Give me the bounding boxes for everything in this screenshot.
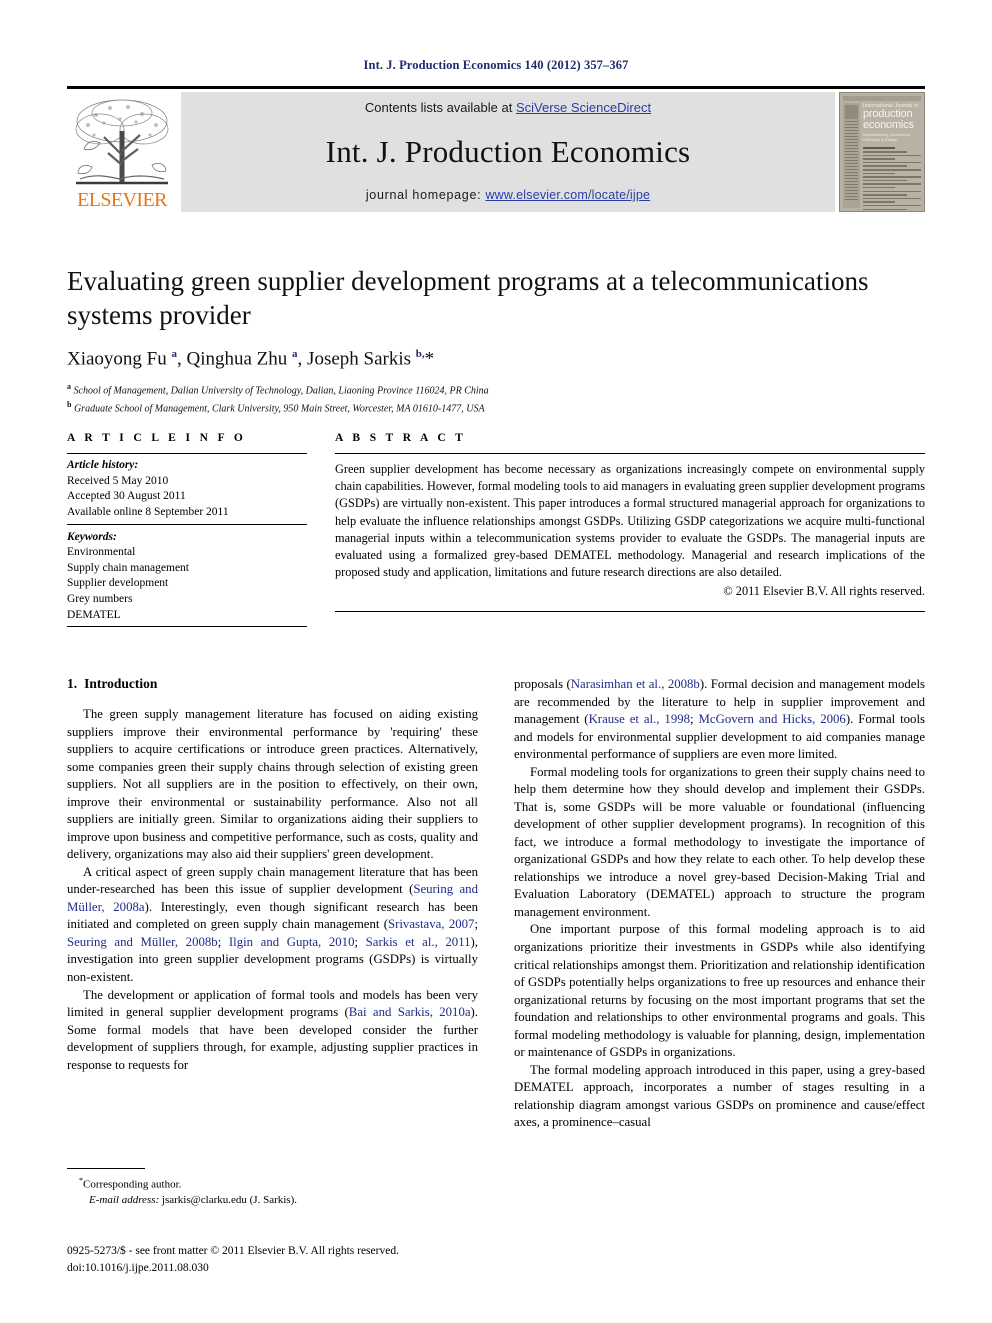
body-columns: 1. Introduction The green supply manageme… <box>67 676 925 1132</box>
article-info-column: A R T I C L E I N F O Article history: R… <box>67 432 307 628</box>
paragraph-text: proposals ( <box>514 677 571 691</box>
paragraph-text: The formal modeling approach introduced … <box>514 1062 925 1130</box>
cover-contents-lines <box>863 147 921 211</box>
affiliations: a School of Management, Dalian Universit… <box>67 381 925 417</box>
journal-masthead: ELSEVIER Contents lists available at Sci… <box>67 86 925 212</box>
body-paragraph: The development or application of formal… <box>67 987 478 1075</box>
abstract-text: Green supplier development has become ne… <box>335 462 925 580</box>
history-item: Received 5 May 2010 <box>67 474 169 487</box>
author-list: Xiaoyong Fu a, Qinghua Zhu a, Joseph Sar… <box>67 348 435 370</box>
footnote-rule <box>67 1168 145 1169</box>
elsevier-logo: ELSEVIER <box>67 92 177 212</box>
journal-homepage-link[interactable]: www.elsevier.com/locate/ijpe <box>485 188 650 202</box>
running-head: Int. J. Production Economics 140 (2012) … <box>363 58 629 72</box>
left-column-paragraphs: The green supply management literature h… <box>67 706 478 1074</box>
abstract-heading: A B S T R A C T <box>335 432 467 444</box>
contents-prefix: Contents lists available at <box>364 100 516 115</box>
keyword-item: DEMATEL <box>67 608 121 621</box>
affiliation-a: a School of Management, Dalian Universit… <box>67 382 489 397</box>
citation-link[interactable]: Ilgin and Gupta, 2010 <box>229 935 355 949</box>
history-item: Available online 8 September 2011 <box>67 505 229 518</box>
homepage-prefix: journal homepage: <box>365 188 486 202</box>
affiliation-b: b Graduate School of Management, Clark U… <box>67 400 485 415</box>
section-title-text: Introduction <box>84 676 158 691</box>
title-block: Evaluating green supplier development pr… <box>67 264 925 417</box>
section-number: 1. <box>67 676 78 691</box>
keyword-item: Environmental <box>67 546 136 559</box>
footnote-area: *Corresponding author. E-mail address: j… <box>67 1168 478 1209</box>
email-label: E-mail address: <box>89 1194 160 1207</box>
body-paragraph: proposals (Narasimhan et al., 2008b). Fo… <box>514 676 925 764</box>
history-item: Accepted 30 August 2011 <box>67 490 186 503</box>
journal-cover-thumbnail[interactable]: International Journal of production econ… <box>839 92 925 212</box>
email-note: E-mail address: jsarkis@clarku.edu (J. S… <box>67 1193 478 1209</box>
paragraph-text: ; <box>354 934 366 949</box>
body-paragraph: Formal modeling tools for organizations … <box>514 764 925 922</box>
abstract-copyright: © 2011 Elsevier B.V. All rights reserved… <box>723 584 925 599</box>
article-history-block: Article history: Received 5 May 2010 Acc… <box>67 454 307 524</box>
cover-title-line4: Manufacturing, Economics, Efficiency & D… <box>863 132 912 143</box>
citation-link[interactable]: McGovern and Hicks, 2006 <box>699 712 846 726</box>
cover-left-logo-box <box>845 105 858 119</box>
abstract-column: A B S T R A C T Green supplier developme… <box>335 432 925 627</box>
body-paragraph: A critical aspect of green supply chain … <box>67 864 478 987</box>
doi-line: doi:10.1016/j.ijpe.2011.08.030 <box>67 1261 209 1274</box>
keywords-block: Keywords: Environmental Supply chain man… <box>67 525 307 627</box>
cover-title-line3: economics <box>863 119 914 132</box>
sciencedirect-link[interactable]: SciVerse ScienceDirect <box>516 100 651 115</box>
citation-link[interactable]: Srivastava, 2007 <box>388 917 474 931</box>
paragraph-text: The green supply management literature h… <box>67 707 478 862</box>
journal-homepage-line: journal homepage: www.elsevier.com/locat… <box>366 188 650 202</box>
issn-front-matter: 0925-5273/$ - see front matter © 2011 El… <box>67 1245 399 1257</box>
citation-link[interactable]: Bai and Sarkis, 2010a <box>349 1005 471 1019</box>
citation-link[interactable]: Krause et al., 1998 <box>589 712 690 726</box>
article-history-label: Article history: <box>67 459 139 471</box>
imprint-block: 0925-5273/$ - see front matter © 2011 El… <box>67 1243 527 1276</box>
contents-lists-line: Contents lists available at SciVerse Sci… <box>365 100 651 115</box>
body-column-right: proposals (Narasimhan et al., 2008b). Fo… <box>514 676 925 1132</box>
paragraph-text: Formal modeling tools for organizations … <box>514 764 925 919</box>
paragraph-text: ; <box>217 934 229 949</box>
citation-link[interactable]: Narasimhan et al., 2008b <box>571 677 700 691</box>
elsevier-tree-icon <box>70 95 174 189</box>
corresponding-author-note: *Corresponding author. <box>79 1176 182 1191</box>
body-paragraph: One important purpose of this formal mod… <box>514 921 925 1061</box>
keywords-label: Keywords: <box>67 530 117 543</box>
right-column-paragraphs: proposals (Narasimhan et al., 2008b). Fo… <box>514 676 925 1132</box>
article-info-heading: A R T I C L E I N F O <box>67 432 247 444</box>
masthead-top-rule <box>67 86 925 89</box>
keyword-item: Supplier development <box>67 577 169 590</box>
section-heading-introduction: 1. Introduction <box>67 676 478 692</box>
body-column-left: 1. Introduction The green supply manageme… <box>67 676 478 1132</box>
info-abstract-region: A R T I C L E I N F O Article history: R… <box>67 432 925 628</box>
email-link[interactable]: jsarkis@clarku.edu (J. Sarkis). <box>162 1194 297 1206</box>
paragraph-text: One important purpose of this formal mod… <box>514 922 925 1060</box>
keyword-item: Supply chain management <box>67 561 189 574</box>
body-paragraph: The green supply management literature h… <box>67 706 478 864</box>
cover-left-column <box>843 103 860 208</box>
journal-title: Int. J. Production Economics <box>325 133 691 169</box>
citation-link[interactable]: Sarkis et al., 2011 <box>366 935 471 949</box>
paragraph-text: ; <box>690 712 699 727</box>
masthead-grey-panel: Contents lists available at SciVerse Sci… <box>181 92 835 212</box>
body-paragraph: The formal modeling approach introduced … <box>514 1062 925 1132</box>
citation-link[interactable]: Seuring and Müller, 2008b <box>67 935 218 949</box>
cover-top-bar <box>843 96 921 101</box>
keyword-item: Grey numbers <box>67 593 133 605</box>
elsevier-wordmark: ELSEVIER <box>77 189 167 211</box>
page-title: Evaluating green supplier development pr… <box>67 266 869 331</box>
